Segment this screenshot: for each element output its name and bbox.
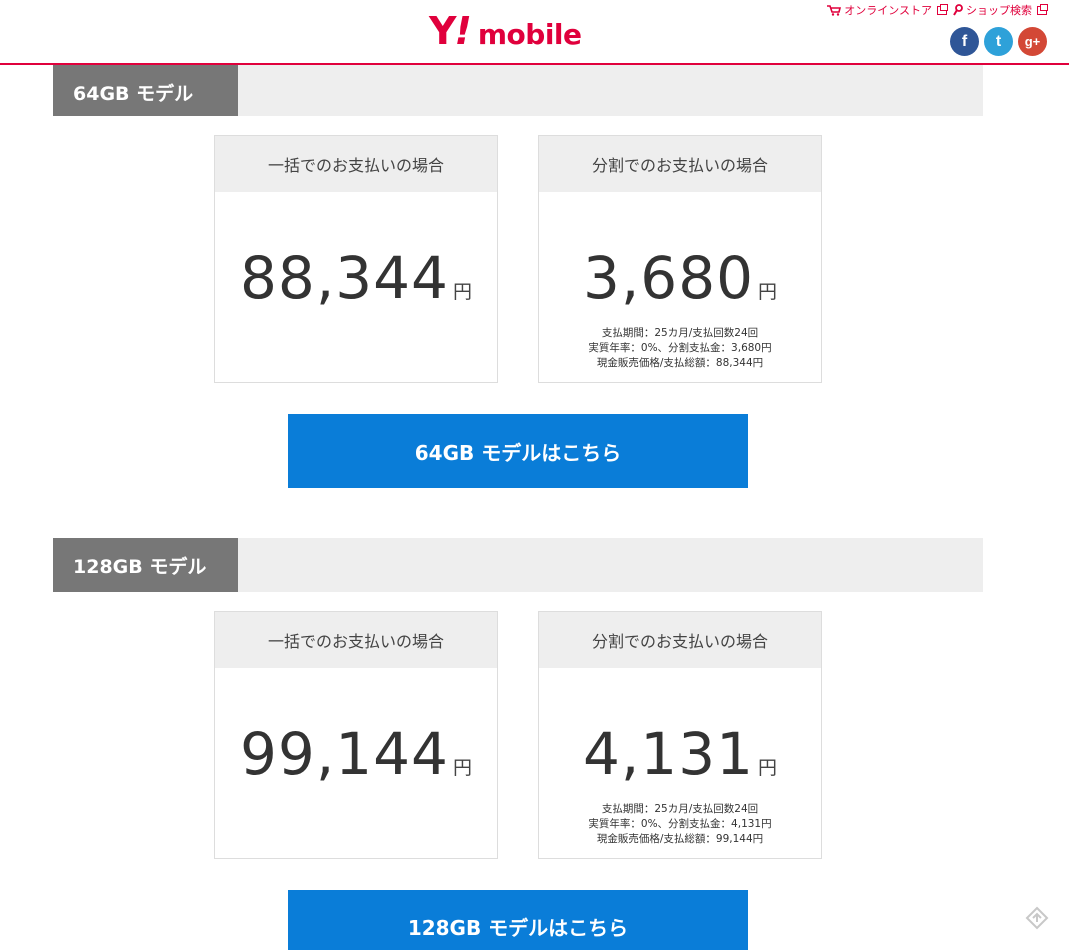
logo-bang: ! bbox=[454, 9, 472, 53]
payment-notes: 支払期間：25カ月/支払回数24回 実質年率：0%、分割支払金：4,131円 現… bbox=[539, 802, 821, 847]
card-heading: 分割でのお支払いの場合 bbox=[539, 612, 821, 668]
external-link-icon bbox=[1037, 3, 1048, 15]
installment-card: 分割でのお支払いの場合 3,680 円 支払期間：25カ月/支払回数24回 実質… bbox=[538, 135, 822, 383]
external-link-icon bbox=[937, 3, 948, 15]
facebook-icon[interactable]: f bbox=[950, 27, 979, 56]
price: 99,144 円 bbox=[215, 720, 497, 788]
cart-icon bbox=[827, 4, 842, 16]
google-plus-icon[interactable]: g+ bbox=[1018, 27, 1047, 56]
payment-notes: 支払期間：25カ月/支払回数24回 実質年率：0%、分割支払金：3,680円 現… bbox=[539, 326, 821, 371]
logo-y: Y bbox=[429, 9, 456, 53]
price: 4,131 円 bbox=[539, 720, 821, 788]
note-line: 実質年率：0%、分割支払金：3,680円 bbox=[588, 342, 772, 354]
header-links: オンラインストア ショップ検索 bbox=[827, 2, 1048, 18]
shop-search-link[interactable]: ショップ検索 bbox=[953, 2, 1048, 18]
section-header-128gb: 128GB モデル bbox=[53, 538, 983, 592]
price-amount: 88,344 bbox=[240, 244, 449, 312]
price-amount: 99,144 bbox=[240, 720, 449, 788]
shop-search-label: ショップ検索 bbox=[966, 4, 1032, 17]
online-store-link[interactable]: オンラインストア bbox=[827, 2, 948, 18]
section-header-64gb: 64GB モデル bbox=[53, 62, 983, 116]
price-unit: 円 bbox=[452, 281, 472, 303]
card-heading: 分割でのお支払いの場合 bbox=[539, 136, 821, 192]
price-unit: 円 bbox=[452, 757, 472, 779]
64gb-model-button[interactable]: 64GB モデルはこちら bbox=[288, 414, 748, 488]
price-amount: 3,680 bbox=[582, 244, 755, 312]
price: 88,344 円 bbox=[215, 244, 497, 312]
note-line: 実質年率：0%、分割支払金：4,131円 bbox=[588, 818, 772, 830]
note-line: 支払期間：25カ月/支払回数24回 bbox=[601, 327, 759, 339]
note-line: 現金販売価格/支払総額：88,344円 bbox=[596, 357, 764, 369]
logo-word: mobile bbox=[477, 18, 582, 51]
installment-card: 分割でのお支払いの場合 4,131 円 支払期間：25カ月/支払回数24回 実質… bbox=[538, 611, 822, 859]
note-line: 支払期間：25カ月/支払回数24回 bbox=[601, 803, 759, 815]
section-title: 64GB モデル bbox=[53, 62, 238, 116]
price-unit: 円 bbox=[758, 281, 778, 303]
card-heading: 一括でのお支払いの場合 bbox=[215, 612, 497, 668]
twitter-icon[interactable]: t bbox=[984, 27, 1013, 56]
card-heading: 一括でのお支払いの場合 bbox=[215, 136, 497, 192]
ymobile-logo[interactable]: Y ! mobile bbox=[429, 12, 582, 52]
site-header: Y ! mobile オンラインストア ショップ検索 f t g+ bbox=[0, 0, 1069, 65]
page-top-icon[interactable] bbox=[1025, 906, 1049, 930]
price: 3,680 円 bbox=[539, 244, 821, 312]
search-icon bbox=[953, 4, 963, 16]
lump-sum-card: 一括でのお支払いの場合 99,144 円 bbox=[214, 611, 498, 859]
128gb-model-button[interactable]: 128GB モデルはこちら bbox=[288, 890, 748, 950]
section-title: 128GB モデル bbox=[53, 538, 238, 592]
price-unit: 円 bbox=[758, 757, 778, 779]
note-line: 現金販売価格/支払総額：99,144円 bbox=[596, 833, 764, 845]
social-share: f t g+ bbox=[950, 27, 1047, 56]
lump-sum-card: 一括でのお支払いの場合 88,344 円 bbox=[214, 135, 498, 383]
price-amount: 4,131 bbox=[582, 720, 755, 788]
online-store-label: オンラインストア bbox=[844, 4, 932, 17]
